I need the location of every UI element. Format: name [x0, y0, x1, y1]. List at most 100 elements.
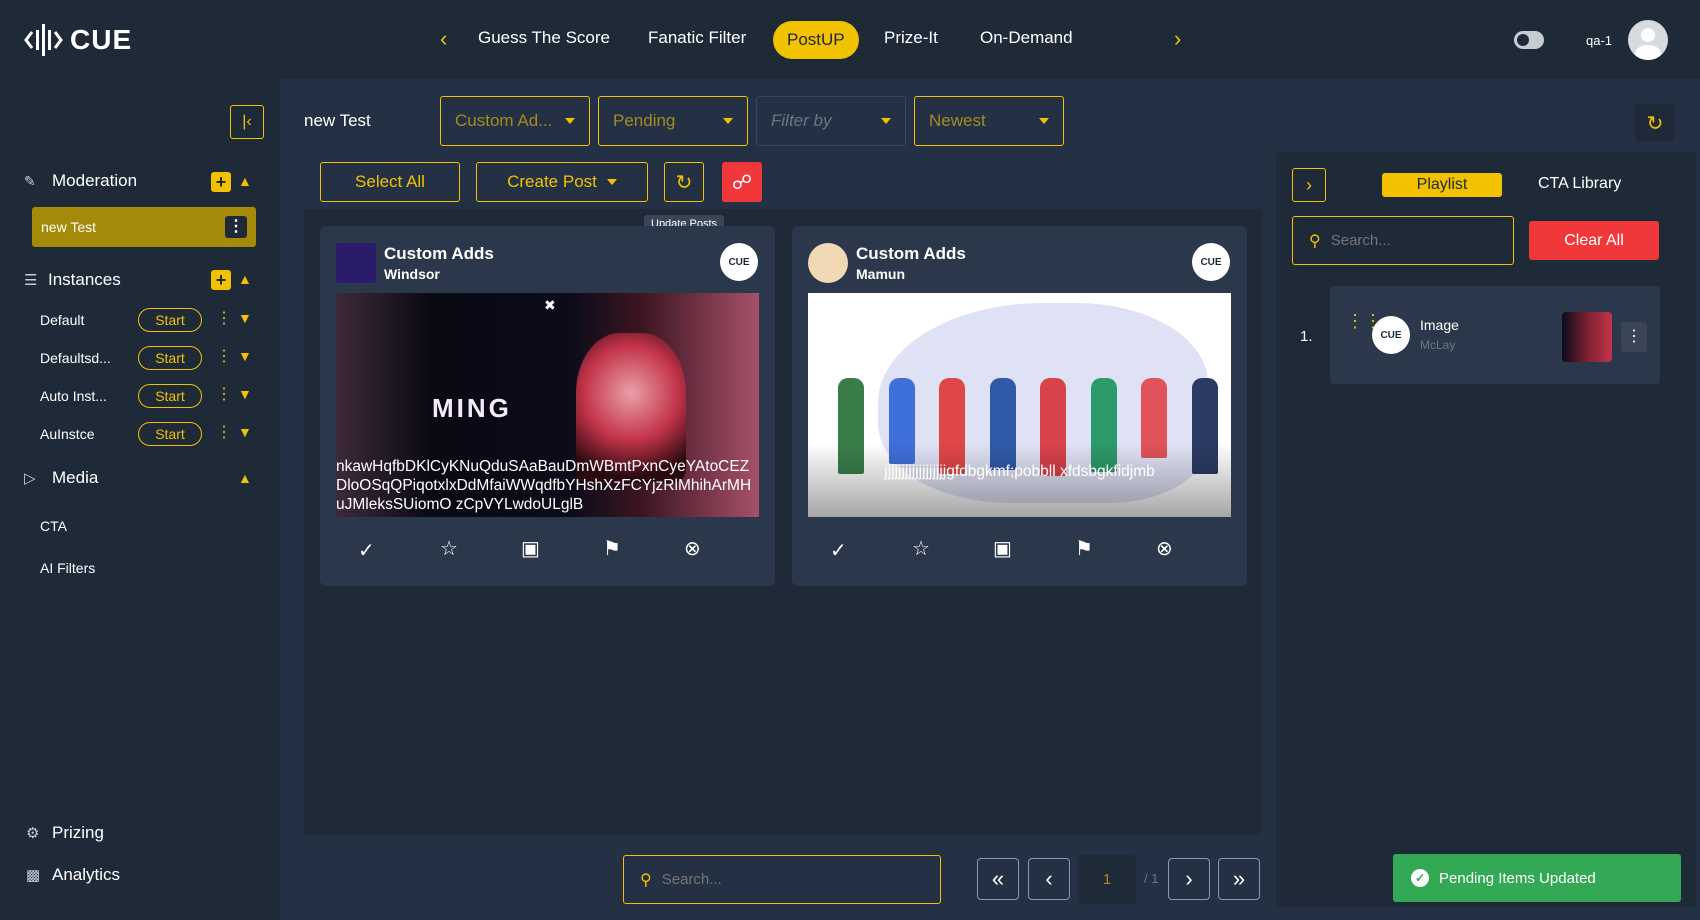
refresh-icon: ↻: [675, 171, 693, 194]
bookmark-icon[interactable]: ▣: [993, 536, 1012, 561]
sidebar-item-label: new Test: [41, 219, 96, 235]
tab-postup[interactable]: PostUP: [773, 21, 859, 59]
chevron-down-icon[interactable]: ▼: [238, 310, 252, 326]
media-header[interactable]: ▷ Media: [24, 468, 254, 488]
nav-prev-icon[interactable]: ‹: [440, 26, 447, 52]
caret-down-icon: [881, 118, 891, 124]
tab-fanatic-filter[interactable]: Fanatic Filter: [648, 28, 746, 48]
check-icon: ✓: [1411, 869, 1429, 887]
type-filter-dropdown[interactable]: Custom Ad...: [440, 96, 590, 146]
create-post-button[interactable]: Create Post: [476, 162, 648, 202]
close-icon: ✖: [544, 297, 556, 313]
nav-next-icon[interactable]: ›: [1174, 26, 1181, 52]
star-icon[interactable]: ☆: [440, 536, 458, 561]
media-icon: ▷: [24, 470, 36, 487]
page-total: / 1: [1144, 871, 1159, 886]
reject-icon[interactable]: ⊗: [684, 536, 701, 561]
instance-name[interactable]: Default: [40, 312, 84, 328]
logo[interactable]: CUE: [24, 22, 132, 58]
instance-name[interactable]: AuInstce: [40, 426, 94, 442]
prev-page-button[interactable]: ‹: [1028, 858, 1070, 900]
more-icon[interactable]: ⋮: [216, 384, 232, 404]
analytics-label: Analytics: [52, 865, 121, 884]
chevron-down-icon[interactable]: ▼: [238, 386, 252, 402]
globe-icon: ☍: [731, 171, 753, 194]
tab-on-demand[interactable]: On-Demand: [980, 28, 1073, 48]
more-icon[interactable]: ⋮: [1621, 322, 1647, 352]
bottom-search[interactable]: ⚲: [623, 855, 941, 904]
refresh-button[interactable]: ↻: [1635, 104, 1675, 142]
toggle-knob: [1517, 34, 1529, 46]
toast-notification: ✓ Pending Items Updated: [1393, 854, 1681, 902]
bookmark-icon[interactable]: ▣: [521, 536, 540, 561]
expand-panel-button[interactable]: ›: [1292, 168, 1326, 202]
cue-badge: CUE: [1192, 243, 1230, 281]
update-posts-button[interactable]: ↻: [664, 162, 704, 202]
start-button[interactable]: Start: [138, 346, 202, 370]
award-icon: ⚙: [26, 825, 40, 842]
first-page-button[interactable]: «: [977, 858, 1019, 900]
search-input[interactable]: [1330, 232, 1481, 249]
chevron-up-icon[interactable]: ▲: [238, 470, 252, 486]
next-page-button[interactable]: ›: [1168, 858, 1210, 900]
avatar[interactable]: [1628, 20, 1668, 60]
tab-guess-the-score[interactable]: Guess The Score: [478, 28, 610, 48]
sidebar-item-ai-filters[interactable]: AI Filters: [40, 560, 95, 576]
collapse-sidebar-button[interactable]: |‹: [230, 105, 264, 139]
caret-down-icon: [606, 179, 617, 185]
top-bar: CUE ‹ Guess The Score Fanatic Filter Pos…: [0, 0, 1700, 79]
globe-button[interactable]: ☍: [722, 162, 762, 202]
moderation-label: Moderation: [52, 171, 138, 190]
playlist-item[interactable]: ⋮⋮ CUE Image McLay ⋮: [1330, 286, 1660, 384]
post-card[interactable]: Custom Adds Windsor CUE MING ✖ nkawHqfbD…: [320, 226, 775, 586]
flag-icon[interactable]: ⚑: [1075, 536, 1093, 561]
approve-icon[interactable]: ✓: [358, 538, 375, 563]
dropdown-value: Custom Ad...: [455, 111, 553, 130]
last-page-button[interactable]: »: [1218, 858, 1260, 900]
instance-name[interactable]: Defaultsd...: [40, 350, 111, 366]
instances-label: Instances: [48, 270, 121, 289]
chevron-up-icon[interactable]: ▲: [238, 173, 252, 189]
create-post-label: Create Post: [507, 172, 597, 191]
page-input[interactable]: 1: [1078, 855, 1136, 904]
dropdown-value: Newest: [929, 111, 986, 130]
filter-by-dropdown[interactable]: Filter by: [756, 96, 906, 146]
start-button[interactable]: Start: [138, 308, 202, 332]
playlist-item-title: Image: [1420, 317, 1459, 333]
tab-prize-it[interactable]: Prize-It: [884, 28, 938, 48]
sidebar-item-cta[interactable]: CTA: [40, 518, 67, 534]
tab-playlist[interactable]: Playlist: [1382, 173, 1502, 197]
more-icon[interactable]: ⋮: [216, 308, 232, 328]
instance-name[interactable]: Auto Inst...: [40, 388, 107, 404]
theme-toggle[interactable]: [1514, 31, 1544, 49]
post-card[interactable]: Custom Adds Mamun CUE jjjjjjjjjjjjjjjjjj…: [792, 226, 1247, 586]
search-input[interactable]: [661, 871, 902, 888]
sidebar-item-analytics[interactable]: ▩ Analytics: [26, 865, 226, 885]
clear-all-button[interactable]: Clear All: [1529, 221, 1659, 260]
select-all-button[interactable]: Select All: [320, 162, 460, 202]
post-image: jjjjjjjjjjjjjjjjjjgfdbgkmf;pobbll xfdsbg…: [808, 293, 1231, 517]
status-filter-dropdown[interactable]: Pending: [598, 96, 748, 146]
flag-icon[interactable]: ⚑: [603, 536, 621, 561]
star-icon[interactable]: ☆: [912, 536, 930, 561]
sidebar-item-new-test[interactable]: new Test ⋮: [32, 207, 256, 247]
add-moderation-button[interactable]: +: [211, 172, 231, 192]
chevron-down-icon[interactable]: ▼: [238, 424, 252, 440]
refresh-icon: ↻: [1646, 112, 1664, 135]
playlist-search[interactable]: ⚲: [1292, 216, 1514, 265]
chevron-up-icon[interactable]: ▲: [238, 271, 252, 287]
card-title: Custom Adds: [384, 244, 494, 263]
add-instance-button[interactable]: +: [211, 270, 231, 290]
more-icon[interactable]: ⋮: [216, 346, 232, 366]
chevron-down-icon[interactable]: ▼: [238, 348, 252, 364]
more-icon[interactable]: ⋮: [216, 422, 232, 442]
start-button[interactable]: Start: [138, 384, 202, 408]
reject-icon[interactable]: ⊗: [1156, 536, 1173, 561]
approve-icon[interactable]: ✓: [830, 538, 847, 563]
card-title: Custom Adds: [856, 244, 966, 263]
sidebar-item-prizing[interactable]: ⚙ Prizing: [26, 823, 226, 843]
sort-dropdown[interactable]: Newest: [914, 96, 1064, 146]
more-icon[interactable]: ⋮: [225, 216, 247, 238]
tab-cta-library[interactable]: CTA Library: [1538, 175, 1621, 193]
start-button[interactable]: Start: [138, 422, 202, 446]
